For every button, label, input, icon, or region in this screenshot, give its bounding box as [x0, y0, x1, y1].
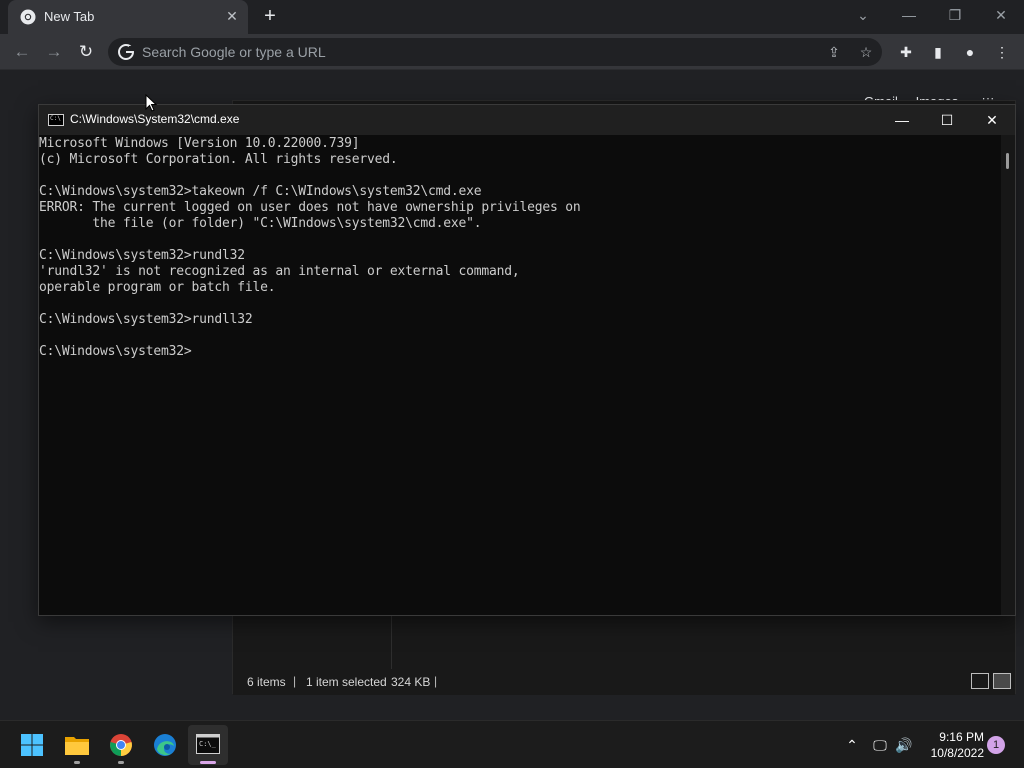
- bookmark-star-icon[interactable]: ☆: [856, 42, 876, 62]
- mouse-cursor-icon: [145, 94, 157, 112]
- browser-toolbar: ← → ↻ Search Google or type a URL ⇪ ☆ ✚ …: [0, 34, 1024, 70]
- console-line: 'rundl32' is not recognized as an intern…: [39, 264, 520, 279]
- minimize-button[interactable]: —: [886, 4, 932, 28]
- restore-button[interactable]: ❐: [932, 4, 978, 28]
- google-g-icon: [118, 44, 134, 60]
- active-indicator: [200, 761, 216, 764]
- cmd-maximize-button[interactable]: ☐: [924, 105, 970, 135]
- file-explorer-icon: [65, 737, 89, 755]
- windows-logo-icon: [21, 734, 43, 756]
- tab-search-chevron-down-icon[interactable]: ⌄: [840, 4, 886, 28]
- navigation-pane-divider: [391, 613, 392, 669]
- cmd-scrollbar[interactable]: [1001, 135, 1015, 615]
- status-separator: |: [293, 674, 297, 688]
- taskbar-clock[interactable]: 9:16 PM 10/8/2022: [918, 729, 984, 761]
- terminal-icon: C:\_: [196, 734, 220, 754]
- new-tab-button[interactable]: +: [258, 5, 282, 29]
- edge-icon: [154, 734, 176, 756]
- status-size: 324 KB: [391, 675, 431, 689]
- taskbar-terminal[interactable]: C:\_: [188, 725, 228, 765]
- explorer-status-bar: 6 items | 1 item selected 324 KB |: [233, 669, 1015, 695]
- cmd-titlebar[interactable]: C:\ C:\Windows\System32\cmd.exe — ☐ ✕: [39, 105, 1015, 135]
- taskbar-file-explorer[interactable]: [57, 725, 97, 765]
- profile-avatar-icon[interactable]: ●: [960, 42, 980, 62]
- browser-tab-strip: New Tab ✕ + ⌄ — ❐ ✕: [0, 0, 1024, 34]
- cmd-window-title: C:\Windows\System32\cmd.exe: [70, 112, 240, 126]
- taskbar-chrome[interactable]: [101, 725, 141, 765]
- console-line: operable program or batch file.: [39, 280, 276, 295]
- close-button[interactable]: ✕: [978, 4, 1024, 28]
- tab-new-tab[interactable]: New Tab ✕: [8, 0, 248, 34]
- console-line: the file (or folder) "C:\WIndows\system3…: [39, 216, 482, 231]
- tab-title: New Tab: [44, 9, 95, 24]
- tab-close-icon[interactable]: ✕: [222, 6, 242, 26]
- clock-time: 9:16 PM: [939, 730, 984, 744]
- running-indicator: [118, 761, 124, 764]
- cmd-console-output[interactable]: Microsoft Windows [Version 10.0.22000.73…: [39, 135, 999, 615]
- extensions-puzzle-icon[interactable]: ✚: [896, 42, 916, 62]
- volume-icon[interactable]: 🔊: [894, 735, 914, 755]
- console-line: (c) Microsoft Corporation. All rights re…: [39, 152, 398, 167]
- status-separator: |: [434, 674, 438, 688]
- side-panel-icon[interactable]: ▮: [928, 42, 948, 62]
- show-hidden-icons-chevron-up-icon[interactable]: ⌃: [842, 735, 862, 755]
- cmd-close-button[interactable]: ✕: [969, 105, 1015, 135]
- network-icon[interactable]: 🖵: [870, 735, 890, 755]
- back-arrow-icon[interactable]: ←: [8, 39, 36, 65]
- menu-kebab-icon[interactable]: ⋮: [992, 42, 1012, 62]
- taskbar-edge[interactable]: [145, 725, 185, 765]
- clock-date: 10/8/2022: [930, 746, 984, 760]
- svg-text:C:\_: C:\_: [199, 740, 217, 748]
- large-icons-view-icon[interactable]: [993, 673, 1011, 689]
- console-line: C:\Windows\system32>rundl32: [39, 248, 245, 263]
- cmd-window: C:\ C:\Windows\System32\cmd.exe — ☐ ✕ Mi…: [38, 104, 1016, 616]
- taskbar: C:\_ ⌃ 🖵 🔊 9:16 PM 10/8/2022 1: [0, 720, 1024, 768]
- forward-arrow-icon[interactable]: →: [40, 39, 68, 65]
- notification-badge[interactable]: 1: [987, 736, 1005, 754]
- omnibox[interactable]: Search Google or type a URL ⇪ ☆: [108, 38, 882, 66]
- chrome-icon: [110, 734, 132, 756]
- console-line: C:\Windows\system32>takeown /f C:\WIndow…: [39, 184, 482, 199]
- cmd-app-icon: C:\: [48, 114, 64, 126]
- details-view-icon[interactable]: [971, 673, 989, 689]
- console-line: Microsoft Windows [Version 10.0.22000.73…: [39, 136, 360, 151]
- reload-icon[interactable]: ↻: [72, 39, 100, 65]
- omnibox-placeholder: Search Google or type a URL: [142, 44, 326, 60]
- start-button[interactable]: [12, 725, 52, 765]
- console-prompt-line[interactable]: C:\Windows\system32>: [39, 344, 999, 360]
- status-item-count: 6 items: [247, 675, 286, 689]
- share-icon[interactable]: ⇪: [824, 42, 844, 62]
- chrome-favicon-icon: [20, 9, 36, 25]
- status-selected: 1 item selected: [306, 675, 387, 689]
- console-line: ERROR: The current logged on user does n…: [39, 200, 581, 215]
- cmd-scrollbar-thumb[interactable]: [1006, 153, 1009, 169]
- cmd-minimize-button[interactable]: —: [879, 105, 925, 135]
- running-indicator: [74, 761, 80, 764]
- console-line: C:\Windows\system32>rundll32: [39, 312, 253, 327]
